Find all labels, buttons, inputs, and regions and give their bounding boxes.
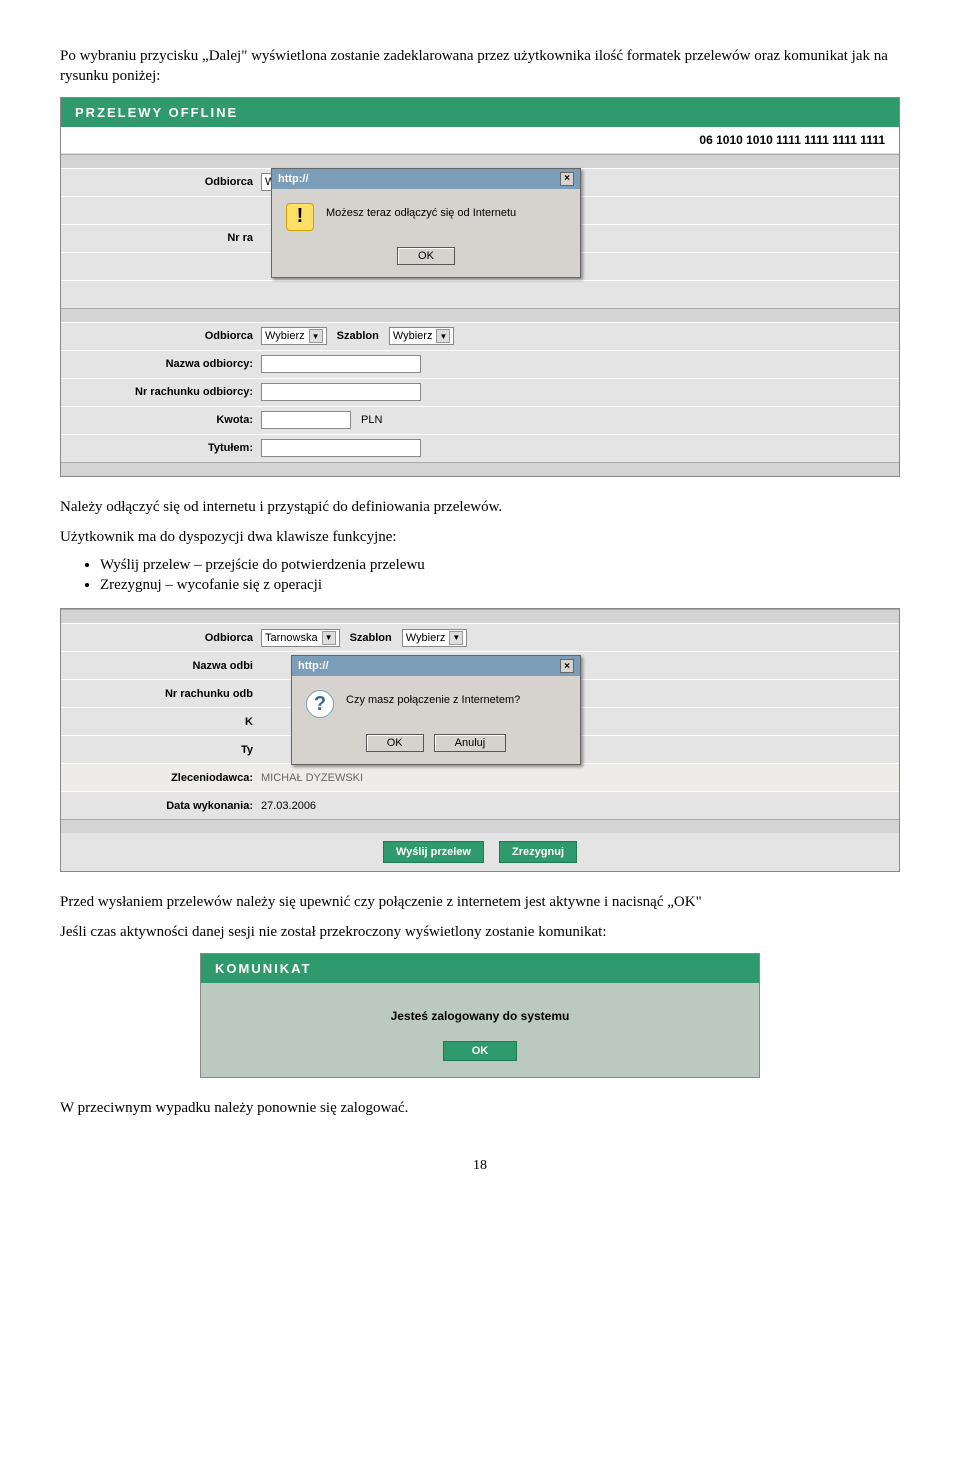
- input-nr-rachunku[interactable]: [261, 383, 421, 401]
- chevron-down-icon: ▼: [309, 329, 323, 343]
- label-k: K: [61, 716, 261, 728]
- select-value: Tarnowska: [265, 632, 318, 644]
- close-icon[interactable]: ×: [560, 659, 574, 673]
- dialog-message: Czy masz połączenie z Internetem?: [346, 690, 520, 706]
- close-icon[interactable]: ×: [560, 172, 574, 186]
- intro-paragraph-1: Po wybraniu przycisku „Dalej" wyświetlon…: [60, 46, 900, 87]
- label-szablon: Szablon: [350, 632, 392, 644]
- label-nazwa-short: Nazwa odbi: [61, 660, 261, 672]
- question-icon: ?: [306, 690, 334, 718]
- function-keys-list: Wyślij przelew – przejście do potwierdze…: [100, 557, 900, 594]
- list-item: Zrezygnuj – wycofanie się z operacji: [100, 577, 900, 594]
- label-odbiorca: Odbiorca: [61, 176, 261, 188]
- label-nr-rachunku: Nr rachunku odbiorcy:: [61, 386, 261, 398]
- label-nr-rachunku-short: Nr ra: [61, 232, 261, 244]
- dialog-connection: http:// × ? Czy masz połączenie z Intern…: [291, 655, 581, 765]
- paragraph-session: Jeśli czas aktywności danej sesji nie zo…: [60, 922, 900, 942]
- value-zleceniodawca: MICHAŁ DYZEWSKI: [261, 772, 363, 784]
- page-number: 18: [60, 1158, 900, 1174]
- label-ty: Ty: [61, 744, 261, 756]
- label-szablon-2: Szablon: [337, 330, 379, 342]
- dialog-title: http://: [298, 660, 329, 672]
- input-kwota[interactable]: [261, 411, 351, 429]
- label-zleceniodawca: Zleceniodawca:: [61, 772, 261, 784]
- select-szablon[interactable]: Wybierz ▼: [402, 629, 468, 647]
- dialog-title: http://: [278, 173, 309, 185]
- screenshot-komunikat: KOMUNIKAT Jesteś zalogowany do systemu O…: [200, 953, 760, 1078]
- dialog-ok-button[interactable]: OK: [397, 247, 455, 265]
- paragraph-keys-intro: Użytkownik ma do dyspozycji dwa klawisze…: [60, 527, 900, 547]
- input-tytulem[interactable]: [261, 439, 421, 457]
- chevron-down-icon: ▼: [449, 631, 463, 645]
- screenshot-transfer-form-1: PRZELEWY OFFLINE 06 1010 1010 1111 1111 …: [60, 97, 900, 477]
- screenshot-transfer-form-2: Odbiorca Tarnowska ▼ Szablon Wybierz ▼ N…: [60, 608, 900, 872]
- account-number: 06 1010 1010 1111 1111 1111 1111: [61, 127, 899, 154]
- select-odbiorca-2[interactable]: Wybierz ▼: [261, 327, 327, 345]
- dialog-disconnect: http:// × ! Możesz teraz odłączyć się od…: [271, 168, 581, 278]
- paragraph-disconnect: Należy odłączyć się od internetu i przys…: [60, 497, 900, 517]
- panel-header: PRZELEWY OFFLINE: [61, 98, 899, 127]
- komunikat-ok-button[interactable]: OK: [443, 1041, 518, 1061]
- label-data-wykonania: Data wykonania:: [61, 800, 261, 812]
- select-value: Wybierz: [265, 330, 305, 342]
- list-item: Wyślij przelew – przejście do potwierdze…: [100, 557, 900, 574]
- komunikat-header: KOMUNIKAT: [201, 954, 759, 983]
- label-nazwa-odbiorcy: Nazwa odbiorcy:: [61, 358, 261, 370]
- komunikat-message: Jesteś zalogowany do systemu: [201, 1009, 759, 1023]
- dialog-message: Możesz teraz odłączyć się od Internetu: [326, 203, 516, 219]
- select-szablon-2[interactable]: Wybierz ▼: [389, 327, 455, 345]
- chevron-down-icon: ▼: [436, 329, 450, 343]
- label-odbiorca-2: Odbiorca: [61, 330, 261, 342]
- label-kwota: Kwota:: [61, 414, 261, 426]
- dialog-cancel-button[interactable]: Anuluj: [434, 734, 507, 752]
- paragraph-before-send: Przed wysłaniem przelewów należy się upe…: [60, 892, 900, 912]
- paragraph-relogin: W przeciwnym wypadku należy ponownie się…: [60, 1098, 900, 1118]
- label-odbiorca: Odbiorca: [61, 632, 261, 644]
- currency-label: PLN: [361, 414, 382, 426]
- dialog-ok-button[interactable]: OK: [366, 734, 424, 752]
- label-nr-rachunku-short: Nr rachunku odb: [61, 688, 261, 700]
- select-value: Wybierz: [393, 330, 433, 342]
- label-tytulem: Tytułem:: [61, 442, 261, 454]
- value-data-wykonania: 27.03.2006: [261, 800, 316, 812]
- send-transfer-button[interactable]: Wyślij przelew: [383, 841, 484, 863]
- warning-icon: !: [286, 203, 314, 231]
- cancel-button[interactable]: Zrezygnuj: [499, 841, 577, 863]
- chevron-down-icon: ▼: [322, 631, 336, 645]
- select-odbiorca[interactable]: Tarnowska ▼: [261, 629, 340, 647]
- select-value: Wybierz: [406, 632, 446, 644]
- input-nazwa-odbiorcy[interactable]: [261, 355, 421, 373]
